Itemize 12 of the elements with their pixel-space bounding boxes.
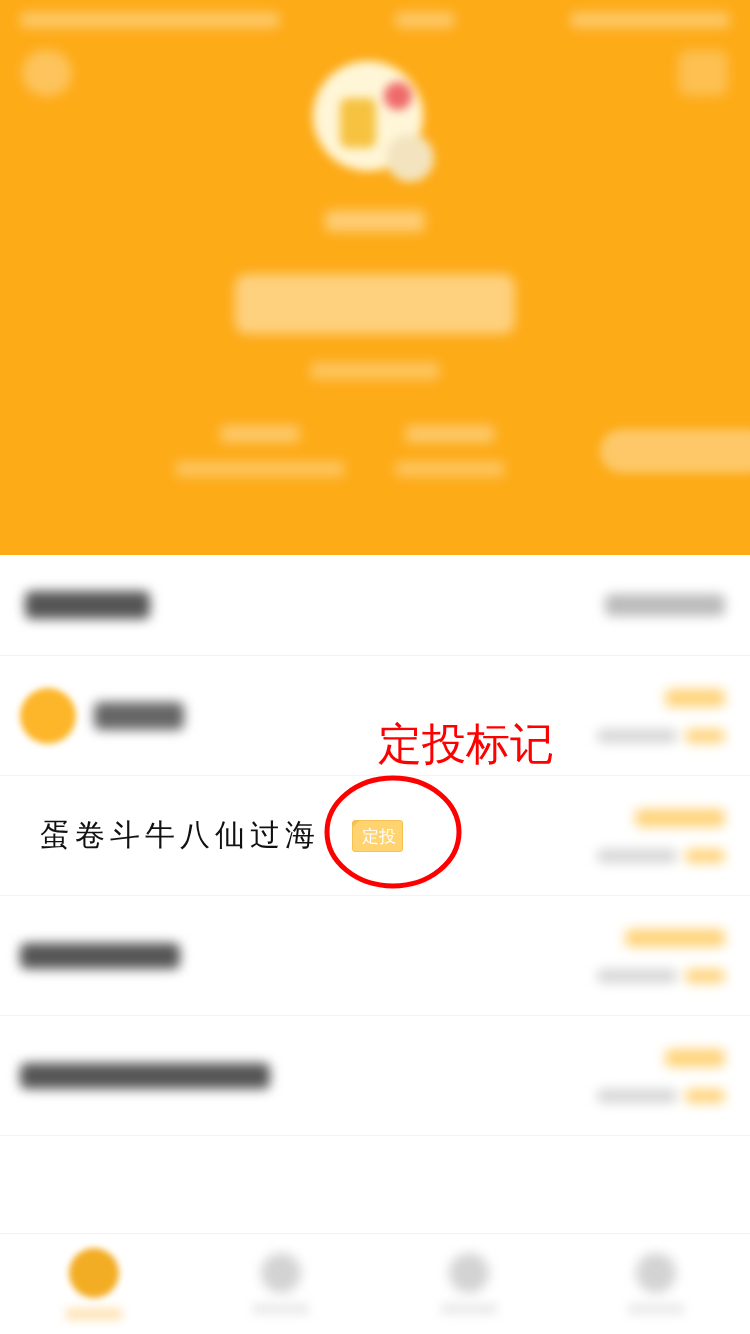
- blurred-text: [665, 688, 725, 707]
- coin-icon: [20, 687, 76, 744]
- blurred-text: [665, 1048, 725, 1067]
- blurred-text: [685, 968, 725, 983]
- annotation-label: 定投标记: [378, 717, 554, 771]
- blurred-text: [395, 12, 455, 28]
- tag: 定投: [352, 819, 403, 852]
- blurred-text: [685, 848, 725, 863]
- header-button[interactable]: [600, 429, 750, 473]
- blurred-text: [685, 728, 725, 743]
- fund-name: 蛋卷斗牛八仙过海: [40, 816, 320, 854]
- blurred-text: [685, 1088, 725, 1103]
